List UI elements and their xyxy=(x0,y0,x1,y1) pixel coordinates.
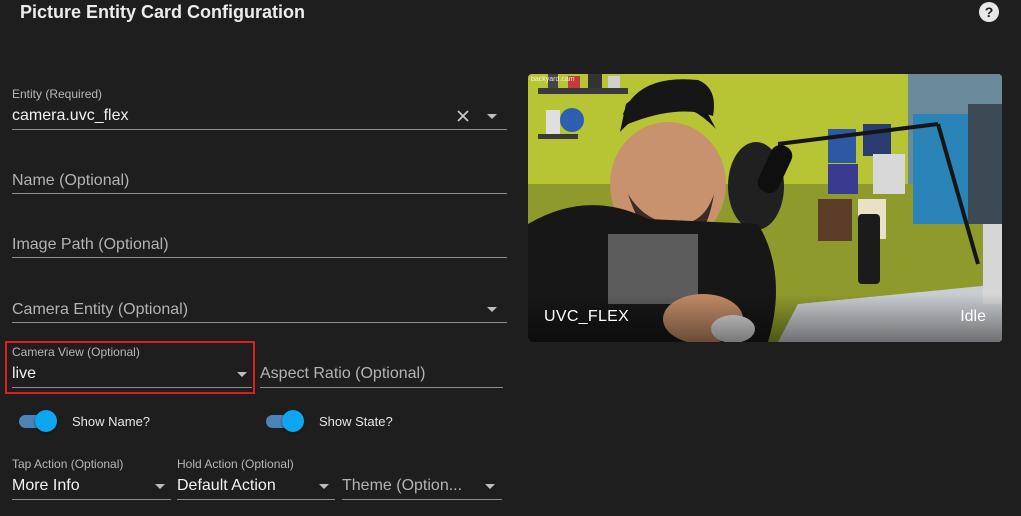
theme-placeholder: Theme (Option... xyxy=(342,477,463,494)
tap-action-underline xyxy=(12,499,171,500)
preview-entity-name: UVC_FLEX xyxy=(544,308,630,325)
toggle-knob xyxy=(35,410,57,432)
aspect-ratio-placeholder: Aspect Ratio (Optional) xyxy=(260,365,426,382)
theme-underline xyxy=(342,499,502,500)
camera-watermark: backyard.cam xyxy=(531,76,575,83)
entity-value: camera.uvc_flex xyxy=(12,107,129,124)
preview-entity-state: Idle xyxy=(960,308,986,325)
card-config-dialog: Picture Entity Card Configuration ? Enti… xyxy=(0,0,1021,516)
chevron-down-icon[interactable] xyxy=(487,114,497,119)
toggle-knob xyxy=(282,410,304,432)
show-name-toggle[interactable] xyxy=(17,410,57,432)
card-preview[interactable]: backyard.cam UVC_FLEX Idle xyxy=(528,74,1002,342)
svg-text:?: ? xyxy=(985,4,994,20)
hold-action-value: Default Action xyxy=(177,477,276,494)
chevron-down-icon[interactable] xyxy=(155,484,165,489)
show-state-label: Show State? xyxy=(319,414,393,429)
image-path-placeholder: Image Path (Optional) xyxy=(12,236,169,253)
show-state-toggle[interactable] xyxy=(264,410,304,432)
entity-underline xyxy=(12,129,507,130)
chevron-down-icon[interactable] xyxy=(319,484,329,489)
hold-action-label: Hold Action (Optional) xyxy=(177,457,294,471)
camera-entity-underline xyxy=(12,322,507,323)
image-path-underline xyxy=(12,257,507,258)
entity-label: Entity (Required) xyxy=(12,87,103,101)
question-circle-icon[interactable]: ? xyxy=(978,1,1000,23)
show-name-label: Show Name? xyxy=(72,414,151,429)
name-underline xyxy=(12,193,507,194)
chevron-down-icon[interactable] xyxy=(487,307,497,312)
name-placeholder: Name (Optional) xyxy=(12,172,130,189)
annotation-highlight-box xyxy=(5,341,255,394)
aspect-ratio-underline xyxy=(260,387,503,388)
clear-icon[interactable] xyxy=(456,109,470,123)
chevron-down-icon[interactable] xyxy=(485,484,495,489)
tap-action-value: More Info xyxy=(12,477,80,494)
camera-entity-placeholder: Camera Entity (Optional) xyxy=(12,301,189,318)
hold-action-underline xyxy=(177,499,335,500)
tap-action-label: Tap Action (Optional) xyxy=(12,457,124,471)
dialog-title: Picture Entity Card Configuration xyxy=(20,2,306,22)
